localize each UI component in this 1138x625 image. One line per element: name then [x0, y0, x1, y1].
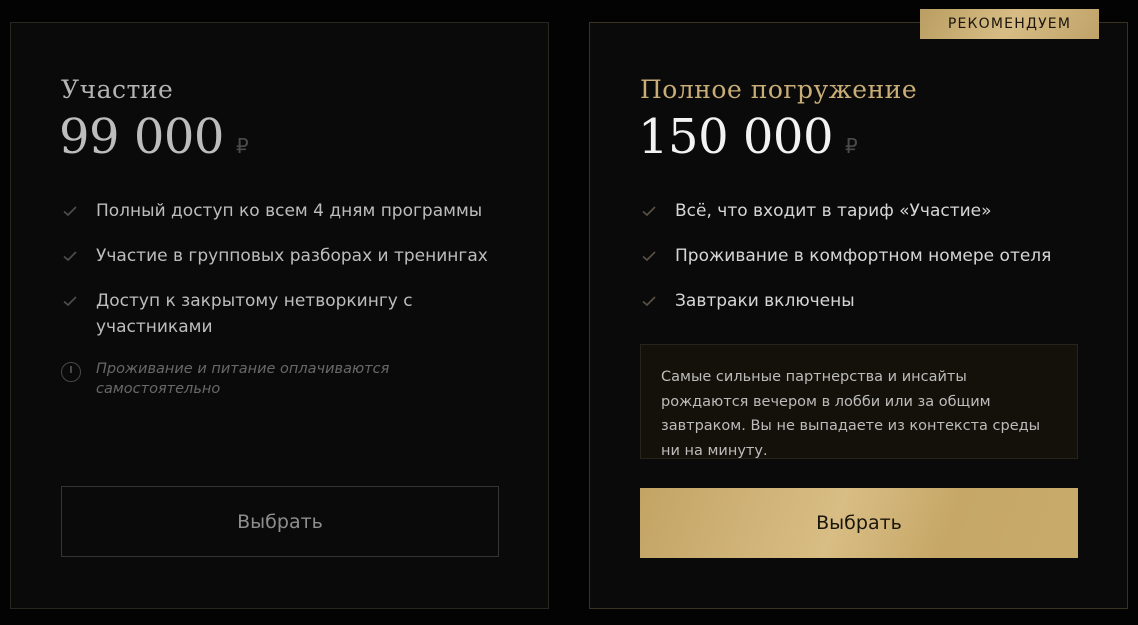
- check-icon: [63, 206, 77, 217]
- check-icon: [63, 251, 77, 262]
- check-icon: [642, 206, 656, 217]
- note-text: Проживание и питание оплачиваются самост…: [96, 361, 390, 397]
- price-row: 99 000 ₽: [59, 109, 249, 165]
- clock-icon: [61, 362, 81, 382]
- select-button-basic[interactable]: Выбрать: [61, 486, 499, 557]
- plan-title: Полное погружение: [640, 75, 918, 104]
- price-row: 150 000 ₽: [638, 109, 858, 165]
- feature-item: Всё, что входит в тариф «Участие»: [640, 198, 1080, 224]
- select-button-premium[interactable]: Выбрать: [640, 488, 1078, 558]
- feature-item: Полный доступ ко всем 4 дням программы: [61, 198, 501, 224]
- feature-text: Доступ к закрытому нетворкингу с участни…: [96, 291, 413, 337]
- currency-symbol: ₽: [845, 134, 858, 158]
- feature-item: Завтраки включены: [640, 288, 1080, 314]
- currency-symbol: ₽: [235, 134, 249, 158]
- feature-text: Участие в групповых разборах и тренингах: [96, 246, 488, 266]
- feature-text: Завтраки включены: [675, 291, 855, 311]
- feature-text: Проживание в комфортном номере отеля: [675, 246, 1052, 266]
- feature-text: Всё, что входит в тариф «Участие»: [675, 201, 992, 221]
- feature-text: Полный доступ ко всем 4 дням программы: [96, 201, 483, 221]
- note-row: Проживание и питание оплачиваются самост…: [61, 359, 501, 399]
- plan-price: 99 000: [59, 109, 224, 165]
- feature-item: Участие в групповых разборах и тренингах: [61, 243, 501, 269]
- check-icon: [63, 296, 77, 307]
- feature-list: Всё, что входит в тариф «Участие» Прожив…: [640, 198, 1080, 333]
- check-icon: [642, 251, 656, 262]
- plan-card-premium: РЕКОМЕНДУЕМ Полное погружение 150 000 ₽ …: [589, 9, 1128, 609]
- plan-title: Участие: [61, 75, 174, 104]
- check-icon: [642, 296, 656, 307]
- recommended-badge: РЕКОМЕНДУЕМ: [920, 9, 1099, 39]
- plan-price: 150 000: [638, 109, 834, 165]
- quote-box: Самые сильные партнерства и инсайты рожд…: [640, 344, 1078, 459]
- feature-list: Полный доступ ко всем 4 дням программы У…: [61, 198, 501, 399]
- feature-item: Проживание в комфортном номере отеля: [640, 243, 1080, 269]
- plan-card-basic: Участие 99 000 ₽ Полный доступ ко всем 4…: [10, 22, 549, 609]
- feature-item: Доступ к закрытому нетворкингу с участни…: [61, 288, 501, 340]
